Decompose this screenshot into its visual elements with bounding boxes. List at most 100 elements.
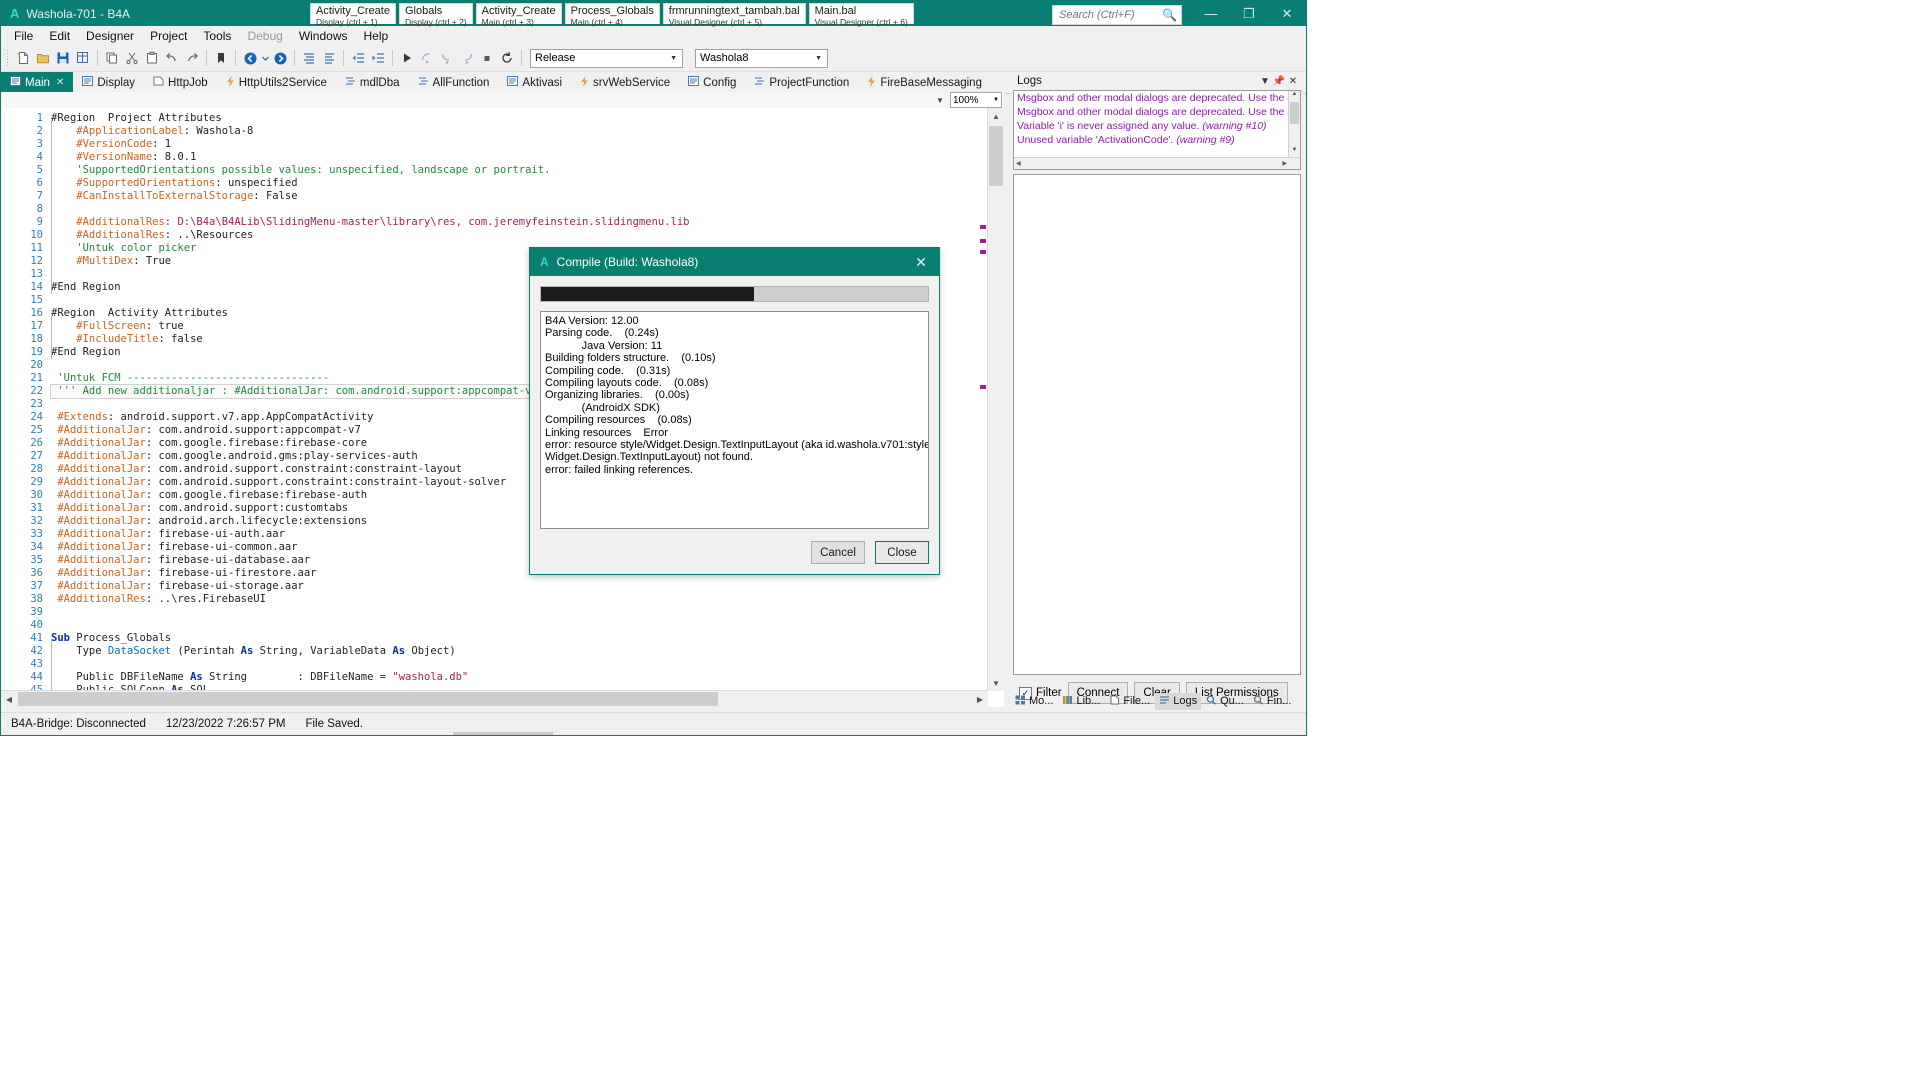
close-button[interactable]: Close: [875, 541, 929, 564]
cancel-button[interactable]: Cancel: [811, 541, 865, 564]
dock-tab-qu[interactable]: Qu...: [1202, 693, 1248, 710]
chevron-down-icon[interactable]: ▼: [1258, 76, 1272, 87]
quick-tab-4[interactable]: Process_GlobalsMain (ctrl + 4): [565, 3, 660, 24]
copy-icon[interactable]: [102, 47, 122, 69]
close-icon[interactable]: ✕: [56, 77, 64, 88]
quick-tab-3[interactable]: Activity_CreateMain (ctrl + 3): [476, 3, 562, 24]
code-line[interactable]: [47, 619, 1004, 632]
scroll-left-icon[interactable]: ◀: [1014, 160, 1021, 167]
quick-tab-1[interactable]: Activity_CreateDisplay (ctrl + 1): [310, 3, 396, 24]
indent-increase-icon[interactable]: [368, 47, 388, 69]
module-tab-mdldba[interactable]: mdlDba: [336, 72, 409, 93]
code-line[interactable]: #VersionCode: 1: [47, 138, 1004, 151]
scrollbar-thumb[interactable]: [18, 692, 718, 706]
module-tab-srvwebservice[interactable]: srvWebService: [571, 72, 679, 93]
menu-item-tools[interactable]: Tools: [195, 28, 239, 44]
editor-vertical-scrollbar[interactable]: ▲ ▼: [987, 108, 1004, 691]
step-into-icon[interactable]: [437, 47, 457, 69]
dock-tab-fin[interactable]: Fin...: [1249, 693, 1295, 710]
scroll-left-icon[interactable]: ◀: [1, 691, 17, 707]
code-line[interactable]: #AdditionalRes: D:\B4a\B4ALib\SlidingMen…: [47, 216, 1004, 229]
editor-collapse-icon[interactable]: ▼: [933, 93, 947, 107]
search-box[interactable]: 🔍: [1052, 5, 1182, 25]
code-line[interactable]: [47, 658, 1004, 671]
logs-warnings-vscrollbar[interactable]: ▲ ▼: [1288, 91, 1300, 158]
close-icon[interactable]: ✕: [903, 248, 939, 276]
code-line[interactable]: Type DataSocket (Perintah As String, Var…: [47, 645, 1004, 658]
dock-tab-file[interactable]: File...: [1105, 693, 1154, 710]
logs-warnings-hscrollbar[interactable]: ◀ ▶: [1014, 157, 1300, 169]
code-line[interactable]: [47, 203, 1004, 216]
module-tab-display[interactable]: Display: [73, 72, 144, 93]
chevron-down-icon[interactable]: ▼: [993, 97, 999, 103]
undo-icon[interactable]: [162, 47, 182, 69]
step-over-icon[interactable]: [417, 47, 437, 69]
module-tab-config[interactable]: Config: [679, 72, 745, 93]
run-icon[interactable]: [397, 47, 417, 69]
module-tab-main[interactable]: Main✕: [1, 72, 73, 93]
navigate-back-icon[interactable]: [240, 47, 260, 69]
code-line[interactable]: #AdditionalRes: ..\res.FirebaseUI: [47, 593, 1004, 606]
redo-icon[interactable]: [182, 47, 202, 69]
quick-tab-6[interactable]: Main.balVisual Designer (ctrl + 6): [809, 3, 914, 24]
step-out-icon[interactable]: [457, 47, 477, 69]
module-tab-httputils2service[interactable]: HttpUtils2Service: [217, 72, 336, 93]
code-line[interactable]: #VersionName: 8.0.1: [47, 151, 1004, 164]
save-all-icon[interactable]: [73, 47, 93, 69]
logs-warnings-list[interactable]: Msgbox and other modal dialogs are depre…: [1013, 90, 1301, 170]
restart-icon[interactable]: [497, 47, 517, 69]
menu-item-windows[interactable]: Windows: [291, 28, 356, 44]
menu-item-edit[interactable]: Edit: [41, 28, 78, 44]
device-select[interactable]: Washola8 ▼: [695, 49, 828, 68]
code-line[interactable]: #CanInstallToExternalStorage: False: [47, 190, 1004, 203]
scrollbar-thumb[interactable]: [989, 126, 1003, 186]
build-mode-select[interactable]: Release ▼: [530, 49, 683, 68]
code-line[interactable]: #SupportedOrientations: unspecified: [47, 177, 1004, 190]
navigate-forward-icon[interactable]: [270, 47, 290, 69]
module-tab-allfunction[interactable]: AllFunction: [409, 72, 499, 93]
menu-item-designer[interactable]: Designer: [78, 28, 142, 44]
scroll-up-icon[interactable]: ▲: [988, 108, 1004, 124]
dock-tab-lib[interactable]: Lib...: [1058, 693, 1104, 710]
code-line[interactable]: [47, 606, 1004, 619]
scroll-down-icon[interactable]: ▼: [988, 675, 1004, 691]
code-line[interactable]: #ApplicationLabel: Washola-8: [47, 125, 1004, 138]
new-file-icon[interactable]: [13, 47, 33, 69]
chevron-down-icon[interactable]: ▼: [667, 55, 680, 62]
save-icon[interactable]: [53, 47, 73, 69]
module-tab-httpjob[interactable]: HttpJob: [144, 72, 217, 93]
code-line[interactable]: -#Region Project Attributes: [47, 112, 1004, 125]
bookmark-icon[interactable]: [211, 47, 231, 69]
dock-tab-logs[interactable]: Logs: [1155, 693, 1201, 710]
scroll-right-icon[interactable]: ▶: [1282, 160, 1300, 167]
code-line[interactable]: #AdditionalRes: ..\Resources: [47, 229, 1004, 242]
menu-item-debug[interactable]: Debug: [239, 28, 290, 44]
cut-icon[interactable]: [122, 47, 142, 69]
comment-block-icon[interactable]: [299, 47, 319, 69]
maximize-restore-button[interactable]: ❐: [1230, 1, 1268, 26]
navigate-back-dropdown-icon[interactable]: [260, 47, 270, 69]
close-window-button[interactable]: ✕: [1268, 1, 1306, 26]
logs-output-area[interactable]: [1013, 174, 1301, 675]
scroll-up-icon[interactable]: ▲: [1289, 91, 1300, 102]
stop-icon[interactable]: [477, 47, 497, 69]
dock-tab-mo[interactable]: Mo...: [1011, 693, 1057, 710]
toolbar-grip[interactable]: [5, 50, 11, 66]
code-line[interactable]: #AdditionalJar: firebase-ui-storage.aar: [47, 580, 1004, 593]
scrollbar-thumb[interactable]: [1290, 102, 1299, 124]
quick-tab-5[interactable]: frmrunningtext_tambah.balVisual Designer…: [663, 3, 806, 24]
editor-zoom-select[interactable]: 100% ▼: [950, 92, 1002, 108]
indent-decrease-icon[interactable]: [348, 47, 368, 69]
module-tab-aktivasi[interactable]: Aktivasi: [498, 72, 571, 93]
editor-horizontal-scrollbar[interactable]: ◀ ▶: [1, 690, 988, 707]
module-tab-projectfunction[interactable]: ProjectFunction: [745, 72, 858, 93]
search-icon[interactable]: 🔍: [1162, 8, 1177, 22]
quick-tab-2[interactable]: GlobalsDisplay (ctrl + 2): [399, 3, 473, 24]
scroll-right-icon[interactable]: ▶: [972, 691, 988, 707]
uncomment-block-icon[interactable]: [319, 47, 339, 69]
pin-icon[interactable]: 📌: [1272, 76, 1286, 87]
search-input[interactable]: [1057, 8, 1162, 22]
menu-item-help[interactable]: Help: [356, 28, 397, 44]
code-line[interactable]: -Sub Process_Globals: [47, 632, 1004, 645]
code-line[interactable]: Public DBFileName As String : DBFileName…: [47, 671, 1004, 684]
